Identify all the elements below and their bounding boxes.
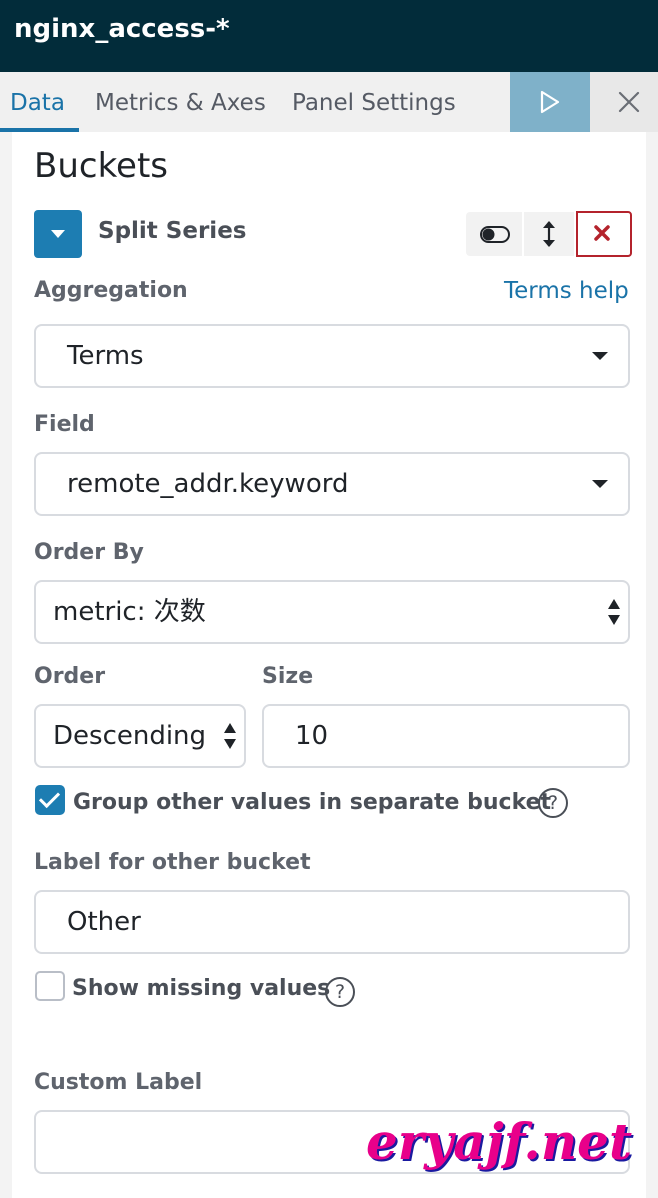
remove-aggregation-button[interactable]: [576, 211, 632, 257]
panel-gutter-right: [646, 132, 658, 1198]
help-icon[interactable]: ?: [325, 977, 355, 1007]
move-vertical-icon: [543, 221, 555, 247]
sort-caret-icon: [223, 723, 239, 751]
play-icon: [540, 90, 560, 114]
move-aggregation-handle[interactable]: [524, 212, 574, 256]
remove-icon: [594, 225, 610, 241]
title-bar: nginx_access-*: [0, 0, 658, 72]
chevron-down-icon: [592, 480, 608, 488]
show-missing-checkbox[interactable]: [35, 971, 65, 1001]
custom-label-label: Custom Label: [34, 1070, 203, 1095]
panel-gutter-left: [0, 132, 12, 1198]
apply-changes-button[interactable]: [510, 72, 590, 132]
size-label: Size: [262, 664, 314, 689]
collapse-toggle-button[interactable]: [34, 210, 82, 258]
group-other-checkbox[interactable]: [35, 785, 65, 815]
chevron-down-icon: [592, 352, 608, 360]
field-select[interactable]: remote_addr.keyword: [34, 452, 630, 516]
buckets-heading: Buckets: [34, 146, 169, 186]
tab-data[interactable]: Data: [0, 72, 79, 132]
group-other-label: Group other values in separate bucket: [73, 790, 552, 815]
close-icon: [618, 91, 640, 113]
other-bucket-label: Label for other bucket: [34, 850, 311, 875]
order-label: Order: [34, 664, 106, 689]
order-value: Descending: [53, 721, 207, 751]
tab-metrics-axes[interactable]: Metrics & Axes: [95, 72, 266, 132]
field-value: remote_addr.keyword: [67, 469, 349, 499]
index-pattern-title: nginx_access-*: [14, 14, 230, 44]
watermark: eryajf.net: [366, 1112, 633, 1171]
close-button[interactable]: [590, 72, 658, 132]
show-missing-label: Show missing values: [72, 976, 331, 1001]
size-value: 10: [295, 721, 329, 751]
order-by-label: Order By: [34, 540, 144, 565]
help-icon[interactable]: ?: [538, 788, 568, 818]
other-bucket-input[interactable]: Other: [34, 890, 630, 954]
split-series-title: Split Series: [98, 218, 247, 244]
sort-caret-icon: [607, 599, 623, 627]
aggregation-label: Aggregation: [34, 278, 188, 303]
toggle-icon: [480, 226, 510, 243]
order-select[interactable]: Descending: [34, 704, 246, 768]
tab-panel-settings[interactable]: Panel Settings: [292, 72, 456, 132]
size-input[interactable]: 10: [262, 704, 630, 768]
other-bucket-value: Other: [67, 907, 141, 937]
aggregation-value: Terms: [67, 341, 144, 371]
order-by-value: metric: 次数: [53, 597, 206, 627]
toggle-aggregation-button[interactable]: [466, 212, 522, 256]
order-by-select[interactable]: metric: 次数: [34, 580, 630, 644]
aggregation-select[interactable]: Terms: [34, 324, 630, 388]
field-label: Field: [34, 412, 95, 437]
terms-help-link[interactable]: Terms help: [504, 278, 629, 304]
